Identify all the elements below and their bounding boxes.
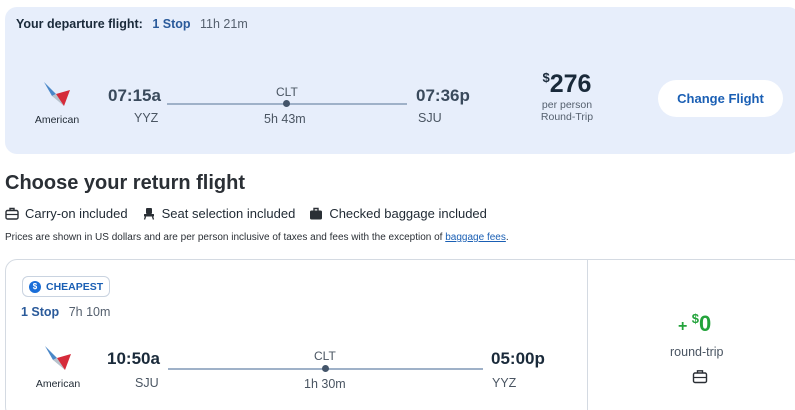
return-arrive-time: 05:00p [491,349,545,368]
amenity-checked-bag: Checked baggage included [309,206,487,221]
return-stop-info: 1 Stop 7h 10m [21,305,110,319]
dollar-coin-icon: $ [29,280,41,293]
departure-airline-name: American [34,114,80,126]
return-depart-time: 10:50a [107,349,160,368]
return-stop-dot [322,365,329,372]
return-via: CLT [314,349,336,363]
price-disclaimer: Prices are shown in US dollars and are p… [5,232,509,243]
baggage-fees-link[interactable]: baggage fees [445,232,506,243]
departure-arrive-time: 07:36p [416,86,470,105]
carry-on-icon [5,207,19,220]
departure-duration: 11h 21m [200,17,248,31]
departure-depart-code: YYZ [134,111,159,125]
return-stops: 1 Stop [21,305,60,319]
return-duration: 7h 10m [68,305,111,319]
american-airlines-logo-icon [45,346,71,370]
return-heading: Choose your return flight [5,172,245,194]
departure-airline: American [22,80,92,126]
return-price[interactable]: + $0 [678,311,711,337]
departure-price-per: per person [541,99,593,111]
return-depart-code: SJU [135,376,159,390]
return-arrive-code: YYZ [492,376,517,390]
return-airline: American [23,344,93,390]
departure-arrive-code: SJU [418,111,442,125]
change-flight-button[interactable]: Change Flight [658,80,783,117]
seat-icon [143,208,154,220]
departure-price-amount: $276 [542,70,592,98]
departure-stops: 1 Stop [152,17,191,31]
return-price-amount: $0 [691,311,712,336]
amenity-seat-label: Seat selection included [161,206,296,221]
departure-segment-duration: 5h 43m [264,112,306,126]
return-airline-name: American [35,378,81,390]
cheapest-badge-label: CHEAPEST [46,280,104,293]
card-divider [587,260,588,410]
checked-bag-icon [310,207,323,220]
departure-header: Your departure flight: 1 Stop 11h 21m [16,17,248,31]
amenity-carry-on-label: Carry-on included [25,206,128,221]
american-airlines-logo-icon [44,82,70,106]
departure-price-type: Round-Trip [540,111,594,123]
departure-depart-time: 07:15a [108,86,161,105]
amenity-carry-on: Carry-on included [5,206,128,221]
departure-via: CLT [276,85,298,99]
carry-on-icon [692,370,708,384]
amenity-checked-bag-label: Checked baggage included [329,206,487,221]
return-segment-duration: 1h 30m [304,377,346,391]
return-price-label: round-trip [670,345,724,359]
cheapest-badge: $ CHEAPEST [22,276,111,297]
return-flight-card[interactable] [5,259,795,410]
return-price-plus: + [678,318,688,335]
amenity-seat: Seat selection included [142,206,296,221]
departure-stop-dot [283,100,290,107]
departure-price: $276 per person Round-Trip [536,70,598,123]
amenities-row: Carry-on included Seat selection include… [5,206,487,221]
departure-label: Your departure flight: [16,17,143,31]
